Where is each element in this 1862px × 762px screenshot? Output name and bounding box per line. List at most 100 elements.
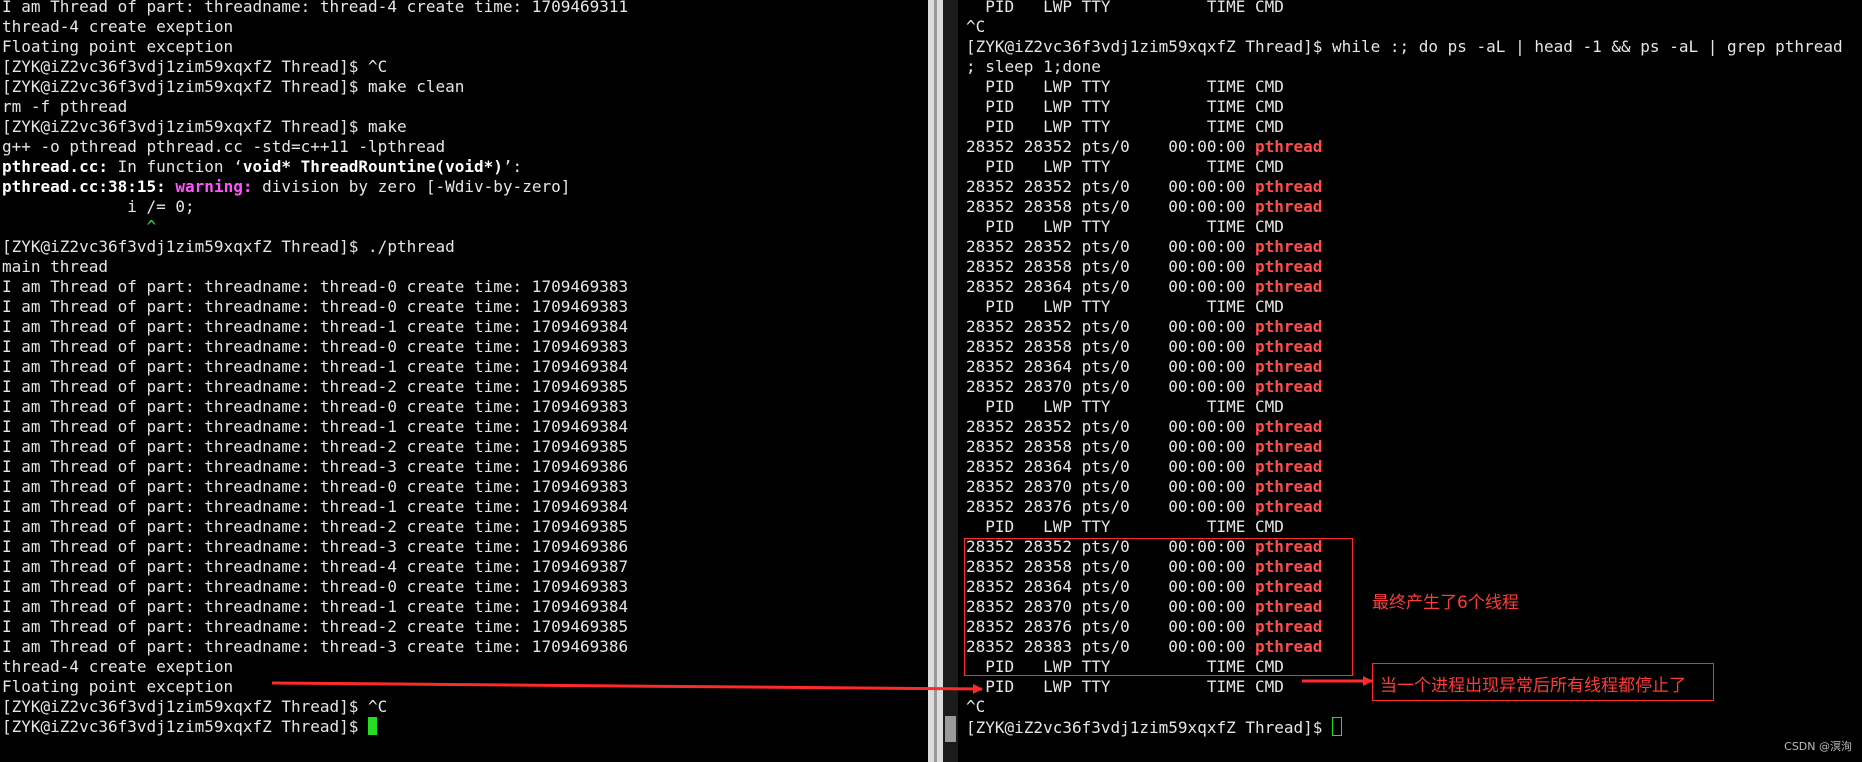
- terminal-line: Floating point exception: [2, 37, 628, 57]
- terminal-line: I am Thread of part: threadname: thread-…: [2, 0, 628, 17]
- terminal-text: I am Thread of part: threadname: thread-…: [2, 557, 629, 576]
- terminal-line: [ZYK@iZ2vc36f3vdj1zim59xqxfZ Thread]$ wh…: [966, 37, 1843, 57]
- terminal-line: 28352 28352 pts/0 00:00:00 pthread: [966, 237, 1843, 257]
- terminal-text: I am Thread of part: threadname: thread-…: [2, 397, 629, 416]
- terminal-line: I am Thread of part: threadname: thread-…: [2, 437, 628, 457]
- terminal-text: division by zero [-Wdiv-by-zero]: [252, 177, 571, 196]
- terminal-text: 28352 28352 pts/0 00:00:00: [966, 537, 1255, 556]
- terminal-line: I am Thread of part: threadname: thread-…: [2, 557, 628, 577]
- terminal-text: [ZYK@iZ2vc36f3vdj1zim59xqxfZ Thread]$ ^C: [2, 57, 388, 76]
- terminal-text: thread-4 create exeption: [2, 17, 234, 36]
- terminal-text: 28352 28370 pts/0 00:00:00: [966, 477, 1255, 496]
- terminal-text: PID LWP TTY TIME CMD: [966, 97, 1284, 116]
- split-handle[interactable]: [934, 0, 937, 762]
- terminal-text: 28352 28352 pts/0 00:00:00: [966, 317, 1255, 336]
- terminal-line: 28352 28352 pts/0 00:00:00 pthread: [966, 177, 1843, 197]
- terminal-line: main thread: [2, 257, 628, 277]
- terminal-text: pthread.cc:38:15:: [2, 177, 166, 196]
- terminal-line: I am Thread of part: threadname: thread-…: [2, 337, 628, 357]
- left-terminal[interactable]: I am Thread of part: threadname: thread-…: [0, 0, 928, 762]
- terminal-text: 28352 28376 pts/0 00:00:00: [966, 497, 1255, 516]
- terminal-text: PID LWP TTY TIME CMD: [966, 77, 1284, 96]
- terminal-line: thread-4 create exeption: [2, 657, 628, 677]
- terminal-text: I am Thread of part: threadname: thread-…: [2, 637, 629, 656]
- terminal-text: In function ‘: [107, 157, 243, 176]
- terminal-text: pthread: [1254, 357, 1323, 376]
- pane-divider[interactable]: [928, 0, 958, 762]
- terminal-line: PID LWP TTY TIME CMD: [966, 657, 1843, 677]
- terminal-line: 28352 28358 pts/0 00:00:00 pthread: [966, 197, 1843, 217]
- terminal-line: Floating point exception: [2, 677, 628, 697]
- terminal-text: pthread: [1254, 417, 1323, 436]
- terminal-text: Floating point exception: [2, 677, 234, 696]
- terminal-line: ^: [2, 217, 628, 237]
- terminal-text: I am Thread of part: threadname: thread-…: [2, 337, 629, 356]
- terminal-text: PID LWP TTY TIME CMD: [966, 517, 1284, 536]
- terminal-text: PID LWP TTY TIME CMD: [966, 397, 1284, 416]
- terminal-text: PID LWP TTY TIME CMD: [966, 157, 1284, 176]
- terminal-text: warning:: [175, 177, 253, 196]
- terminal-text: pthread: [1254, 197, 1323, 216]
- terminal-text: I am Thread of part: threadname: thread-…: [2, 277, 629, 296]
- terminal-text: 28352 28364 pts/0 00:00:00: [966, 577, 1255, 596]
- terminal-text: 28352 28352 pts/0 00:00:00: [966, 177, 1255, 196]
- terminal-text: pthread: [1254, 637, 1323, 656]
- terminal-text: ; sleep 1;done: [966, 57, 1101, 76]
- terminal-line: 28352 28383 pts/0 00:00:00 pthread: [966, 637, 1843, 657]
- terminal-line: ^C: [966, 697, 1843, 717]
- terminal-line: PID LWP TTY TIME CMD: [966, 97, 1843, 117]
- right-terminal[interactable]: PID LWP TTY TIME CMD ^C [ZYK@iZ2vc36f3vdj1…: [958, 0, 1862, 762]
- terminal-text: pthread: [1254, 457, 1323, 476]
- terminal-text: [ZYK@iZ2vc36f3vdj1zim59xqxfZ Thread]$: [966, 718, 1333, 737]
- terminal-line: 28352 28352 pts/0 00:00:00 pthread: [966, 137, 1843, 157]
- terminal-text: PID LWP TTY TIME CMD: [966, 217, 1284, 236]
- terminal-text: PID LWP TTY TIME CMD: [966, 657, 1284, 676]
- terminal-text: void* ThreadRountine(void*): [242, 157, 503, 176]
- terminal-line: 28352 28376 pts/0 00:00:00 pthread: [966, 617, 1843, 637]
- terminal-text: 28352 28358 pts/0 00:00:00: [966, 437, 1255, 456]
- terminal-text: I am Thread of part: threadname: thread-…: [2, 537, 629, 556]
- terminal-text: pthread: [1254, 577, 1323, 596]
- terminal-line: rm -f pthread: [2, 97, 628, 117]
- terminal-text: PID LWP TTY TIME CMD: [966, 0, 1284, 16]
- terminal-line: I am Thread of part: threadname: thread-…: [2, 317, 628, 337]
- terminal-cursor: [1332, 717, 1343, 736]
- terminal-line: 28352 28352 pts/0 00:00:00 pthread: [966, 537, 1843, 557]
- terminal-line: PID LWP TTY TIME CMD: [966, 217, 1843, 237]
- right-terminal-output: PID LWP TTY TIME CMD ^C [ZYK@iZ2vc36f3vdj1…: [966, 0, 1843, 737]
- terminal-line: ^C: [966, 17, 1843, 37]
- terminal-text: 28352 28352 pts/0 00:00:00: [966, 417, 1255, 436]
- terminal-line: PID LWP TTY TIME CMD: [966, 397, 1843, 417]
- terminal-text: I am Thread of part: threadname: thread-…: [2, 297, 629, 316]
- terminal-line: I am Thread of part: threadname: thread-…: [2, 417, 628, 437]
- terminal-line: I am Thread of part: threadname: thread-…: [2, 637, 628, 657]
- scrollbar-track[interactable]: [943, 0, 958, 762]
- terminal-text: I am Thread of part: threadname: thread-…: [2, 617, 629, 636]
- terminal-text: pthread: [1254, 617, 1323, 636]
- terminal-text: rm -f pthread: [2, 97, 128, 116]
- terminal-text: 28352 28364 pts/0 00:00:00: [966, 457, 1255, 476]
- terminal-text: pthread: [1254, 137, 1323, 156]
- terminal-text: I am Thread of part: threadname: thread-…: [2, 457, 629, 476]
- terminal-line: I am Thread of part: threadname: thread-…: [2, 457, 628, 477]
- terminal-text: main thread: [2, 257, 108, 276]
- scrollbar-thumb[interactable]: [945, 716, 956, 742]
- terminal-line: 28352 28364 pts/0 00:00:00 pthread: [966, 457, 1843, 477]
- terminal-line: ; sleep 1;done: [966, 57, 1843, 77]
- terminal-cursor: [368, 717, 378, 735]
- terminal-text: [ZYK@iZ2vc36f3vdj1zim59xqxfZ Thread]$ ma…: [2, 77, 465, 96]
- terminal-text: pthread: [1254, 337, 1323, 356]
- terminal-text: pthread: [1254, 557, 1323, 576]
- terminal-line: 28352 28376 pts/0 00:00:00 pthread: [966, 497, 1843, 517]
- terminal-text: pthread: [1254, 597, 1323, 616]
- terminal-line: [ZYK@iZ2vc36f3vdj1zim59xqxfZ Thread]$ ./…: [2, 237, 628, 257]
- terminal-text: pthread: [1254, 497, 1323, 516]
- terminal-text: pthread: [1254, 537, 1323, 556]
- terminal-text: 28352 28358 pts/0 00:00:00: [966, 257, 1255, 276]
- terminal-text: [ZYK@iZ2vc36f3vdj1zim59xqxfZ Thread]$ ^C: [2, 697, 388, 716]
- terminal-line: [ZYK@iZ2vc36f3vdj1zim59xqxfZ Thread]$: [2, 717, 628, 737]
- terminal-line: I am Thread of part: threadname: thread-…: [2, 377, 628, 397]
- terminal-line: 28352 28370 pts/0 00:00:00 pthread: [966, 597, 1843, 617]
- terminal-line: i /= 0;: [2, 197, 628, 217]
- terminal-line: I am Thread of part: threadname: thread-…: [2, 537, 628, 557]
